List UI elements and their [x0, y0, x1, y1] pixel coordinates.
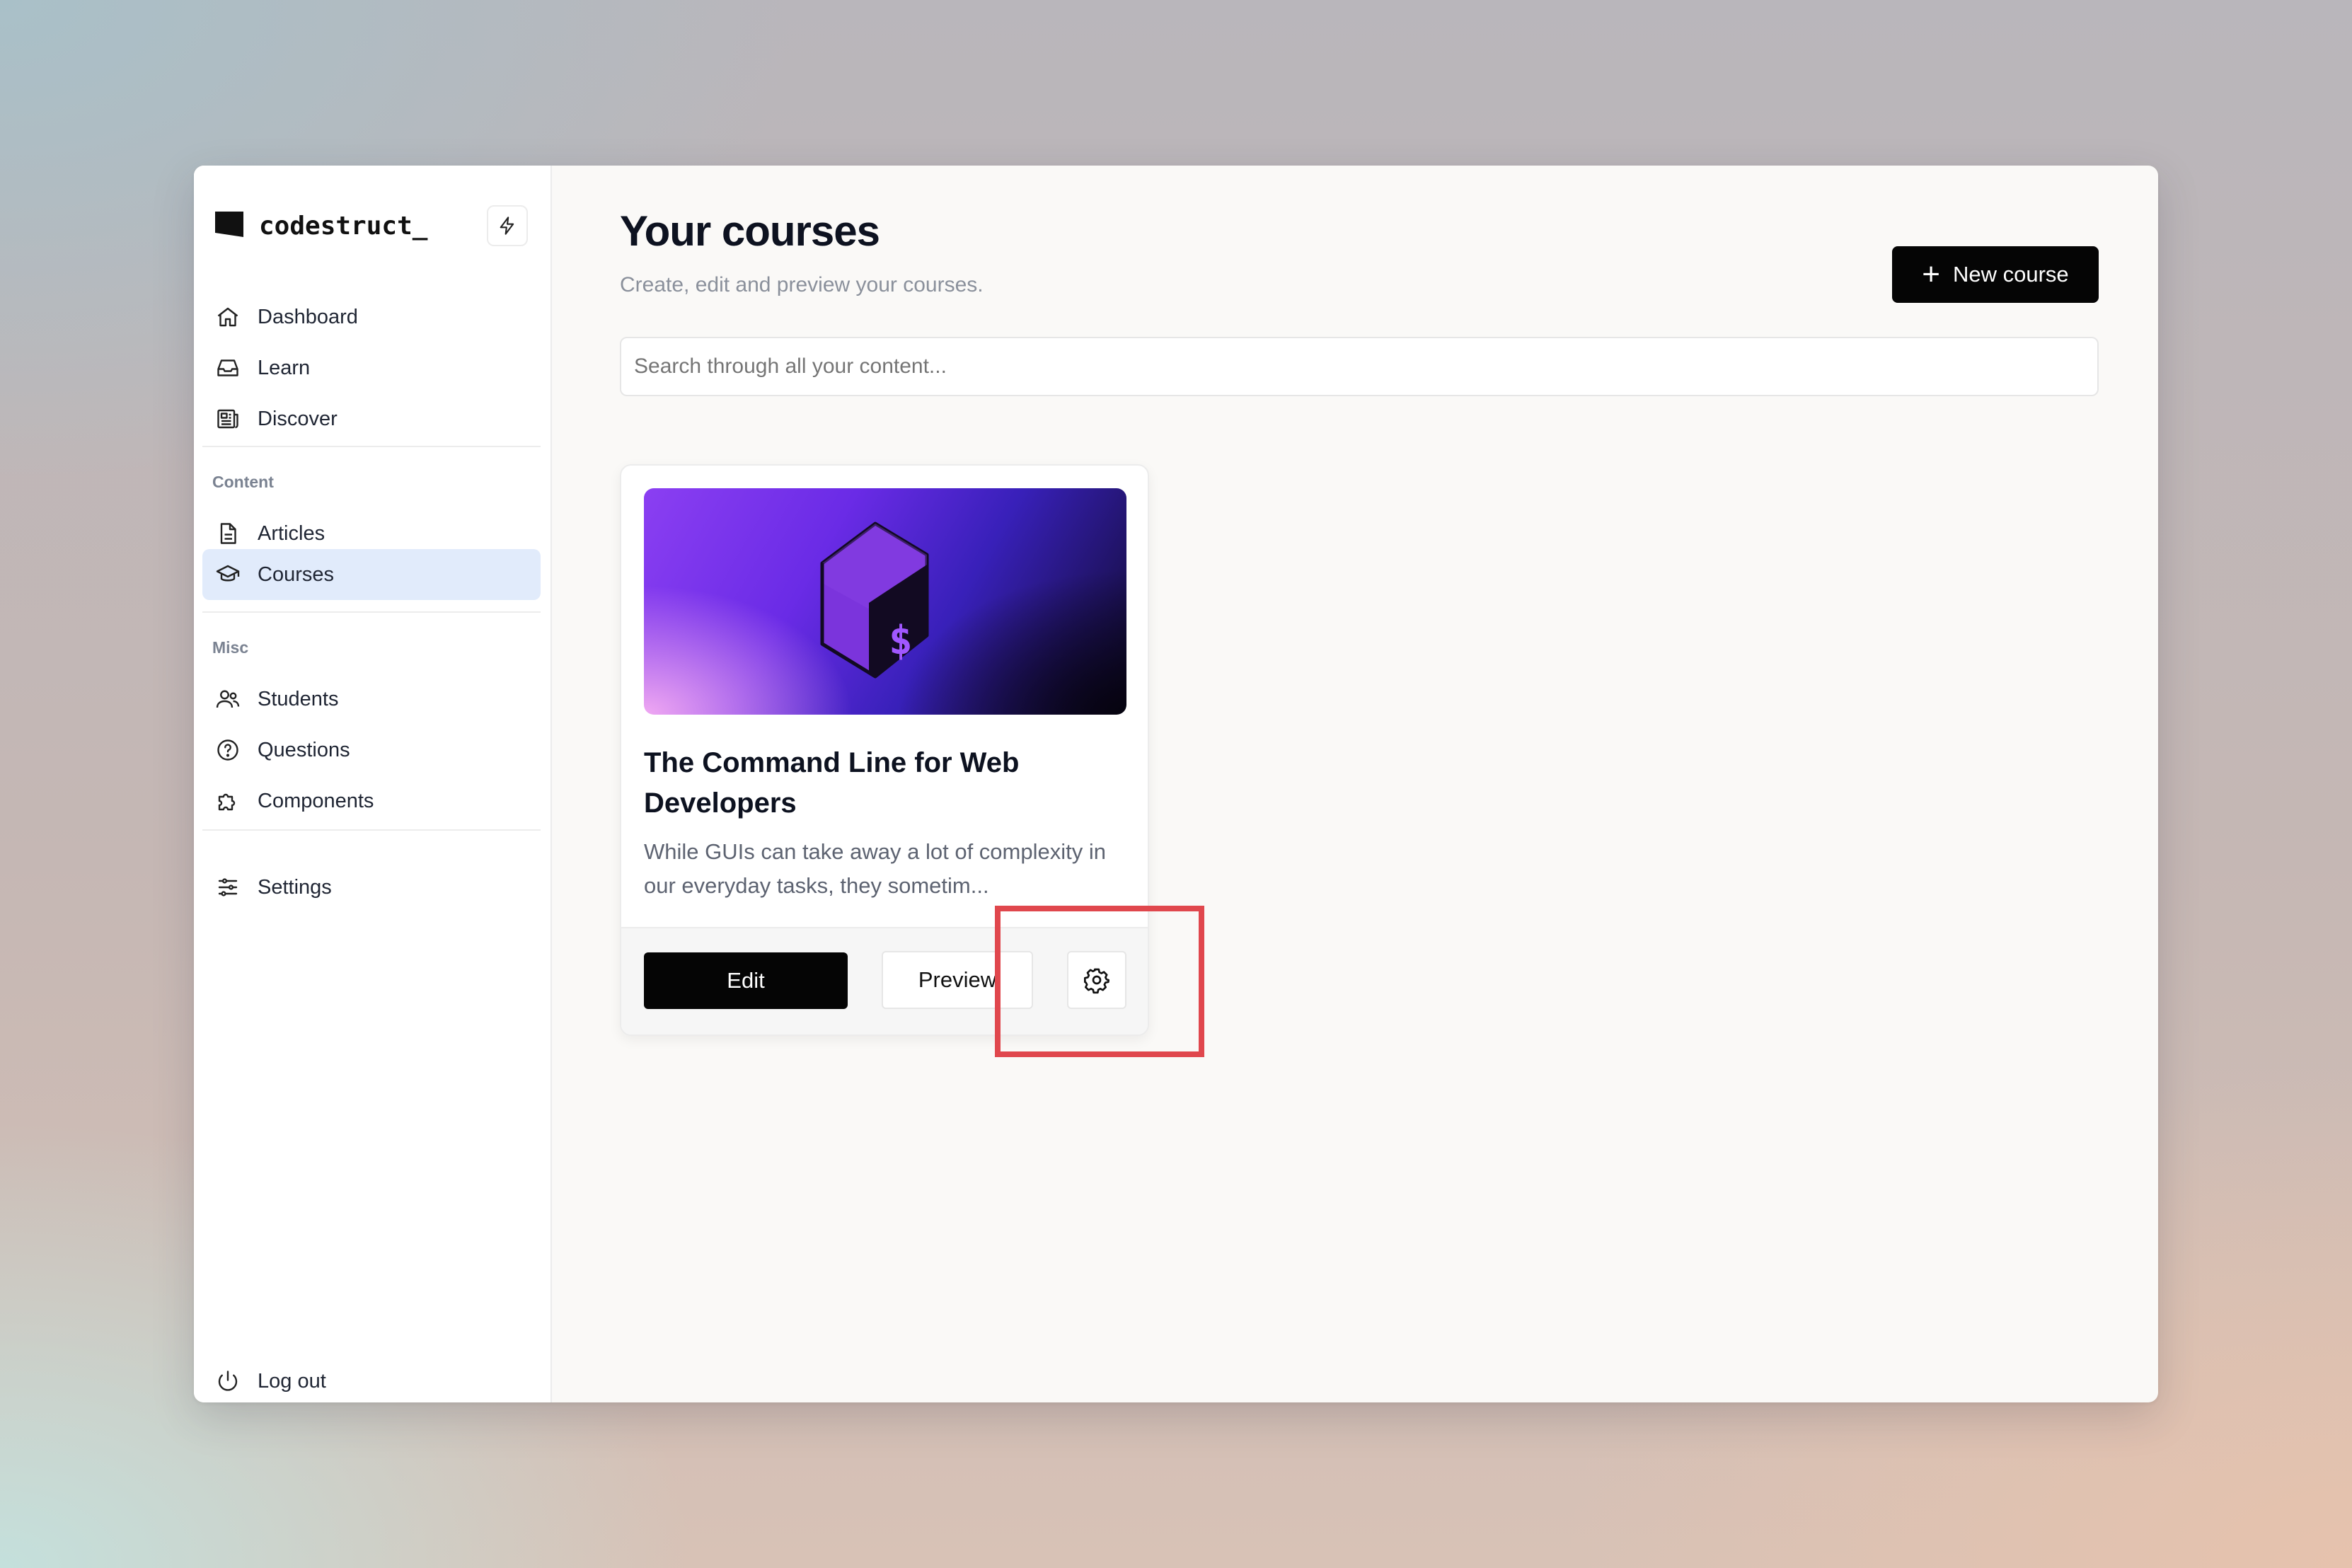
- plus-icon: +: [1922, 257, 1940, 292]
- course-title: The Command Line for Web Developers: [644, 747, 1020, 819]
- preview-button[interactable]: Preview: [882, 951, 1033, 1009]
- section-label-content: Content: [212, 473, 274, 491]
- brand-logo-icon: [215, 212, 243, 240]
- course-card[interactable]: $ The Command Line for Web Developers Wh…: [620, 464, 1149, 1036]
- page-subtitle: Create, edit and preview your courses.: [620, 273, 984, 296]
- sidebar-item-label: Components: [258, 789, 374, 812]
- sidebar-item-label: Discover: [258, 407, 338, 430]
- sidebar-divider: [202, 446, 541, 447]
- puzzle-icon: [212, 785, 243, 817]
- edit-button[interactable]: Edit: [644, 952, 848, 1009]
- sidebar-item-questions[interactable]: Questions: [202, 725, 541, 776]
- main-content: Your courses Create, edit and preview yo…: [552, 166, 2158, 1402]
- bash-cube-icon: $: [820, 521, 929, 679]
- quick-action-button[interactable]: [487, 205, 528, 246]
- sidebar-divider: [202, 829, 541, 831]
- sidebar-item-label: Articles: [258, 521, 325, 545]
- search-input[interactable]: [620, 337, 2099, 396]
- lightning-icon: [500, 217, 514, 235]
- sidebar: codestruct_ Dashboard Learn Discover Con…: [194, 166, 552, 1402]
- sidebar-item-students[interactable]: Students: [202, 674, 541, 725]
- document-icon: [212, 518, 243, 549]
- card-footer: Edit Preview: [621, 927, 1148, 1034]
- users-icon: [212, 684, 243, 715]
- logout-button[interactable]: Log out: [202, 1356, 541, 1402]
- sidebar-item-settings[interactable]: Settings: [202, 862, 541, 913]
- sidebar-item-label: Students: [258, 687, 339, 710]
- section-label-misc: Misc: [212, 638, 249, 657]
- sidebar-item-label: Dashboard: [258, 305, 358, 328]
- new-course-label: New course: [1953, 262, 2069, 287]
- brand-name: codestruct_: [259, 211, 428, 241]
- app-window: codestruct_ Dashboard Learn Discover Con…: [194, 166, 2158, 1402]
- brand-row: codestruct_: [211, 194, 534, 258]
- page-title: Your courses: [620, 207, 880, 255]
- gear-icon: [1084, 968, 1109, 994]
- question-circle-icon: [212, 734, 243, 766]
- new-course-button[interactable]: + New course: [1892, 246, 2099, 303]
- inbox-icon: [212, 352, 243, 384]
- sidebar-item-dashboard[interactable]: Dashboard: [202, 292, 541, 342]
- preview-label: Preview: [918, 967, 997, 992]
- sidebar-item-discover[interactable]: Discover: [202, 393, 541, 444]
- power-icon: [212, 1366, 243, 1397]
- sidebar-item-courses[interactable]: Courses: [202, 549, 541, 600]
- logout-label: Log out: [258, 1369, 326, 1393]
- course-thumbnail: $: [644, 488, 1126, 715]
- sliders-icon: [212, 872, 243, 903]
- sidebar-item-label: Settings: [258, 875, 332, 899]
- sidebar-item-learn[interactable]: Learn: [202, 342, 541, 393]
- course-description: While GUIs can take away a lot of comple…: [644, 839, 1106, 898]
- dollar-glyph: $: [889, 618, 913, 664]
- course-settings-button[interactable]: [1067, 951, 1126, 1009]
- sidebar-item-label: Learn: [258, 356, 311, 379]
- newspaper-icon: [212, 403, 243, 434]
- graduation-cap-icon: [212, 559, 243, 590]
- home-icon: [212, 301, 243, 333]
- sidebar-item-components[interactable]: Components: [202, 776, 541, 826]
- sidebar-item-label: Questions: [258, 738, 350, 761]
- sidebar-divider: [202, 611, 541, 613]
- sidebar-item-label: Courses: [258, 563, 334, 586]
